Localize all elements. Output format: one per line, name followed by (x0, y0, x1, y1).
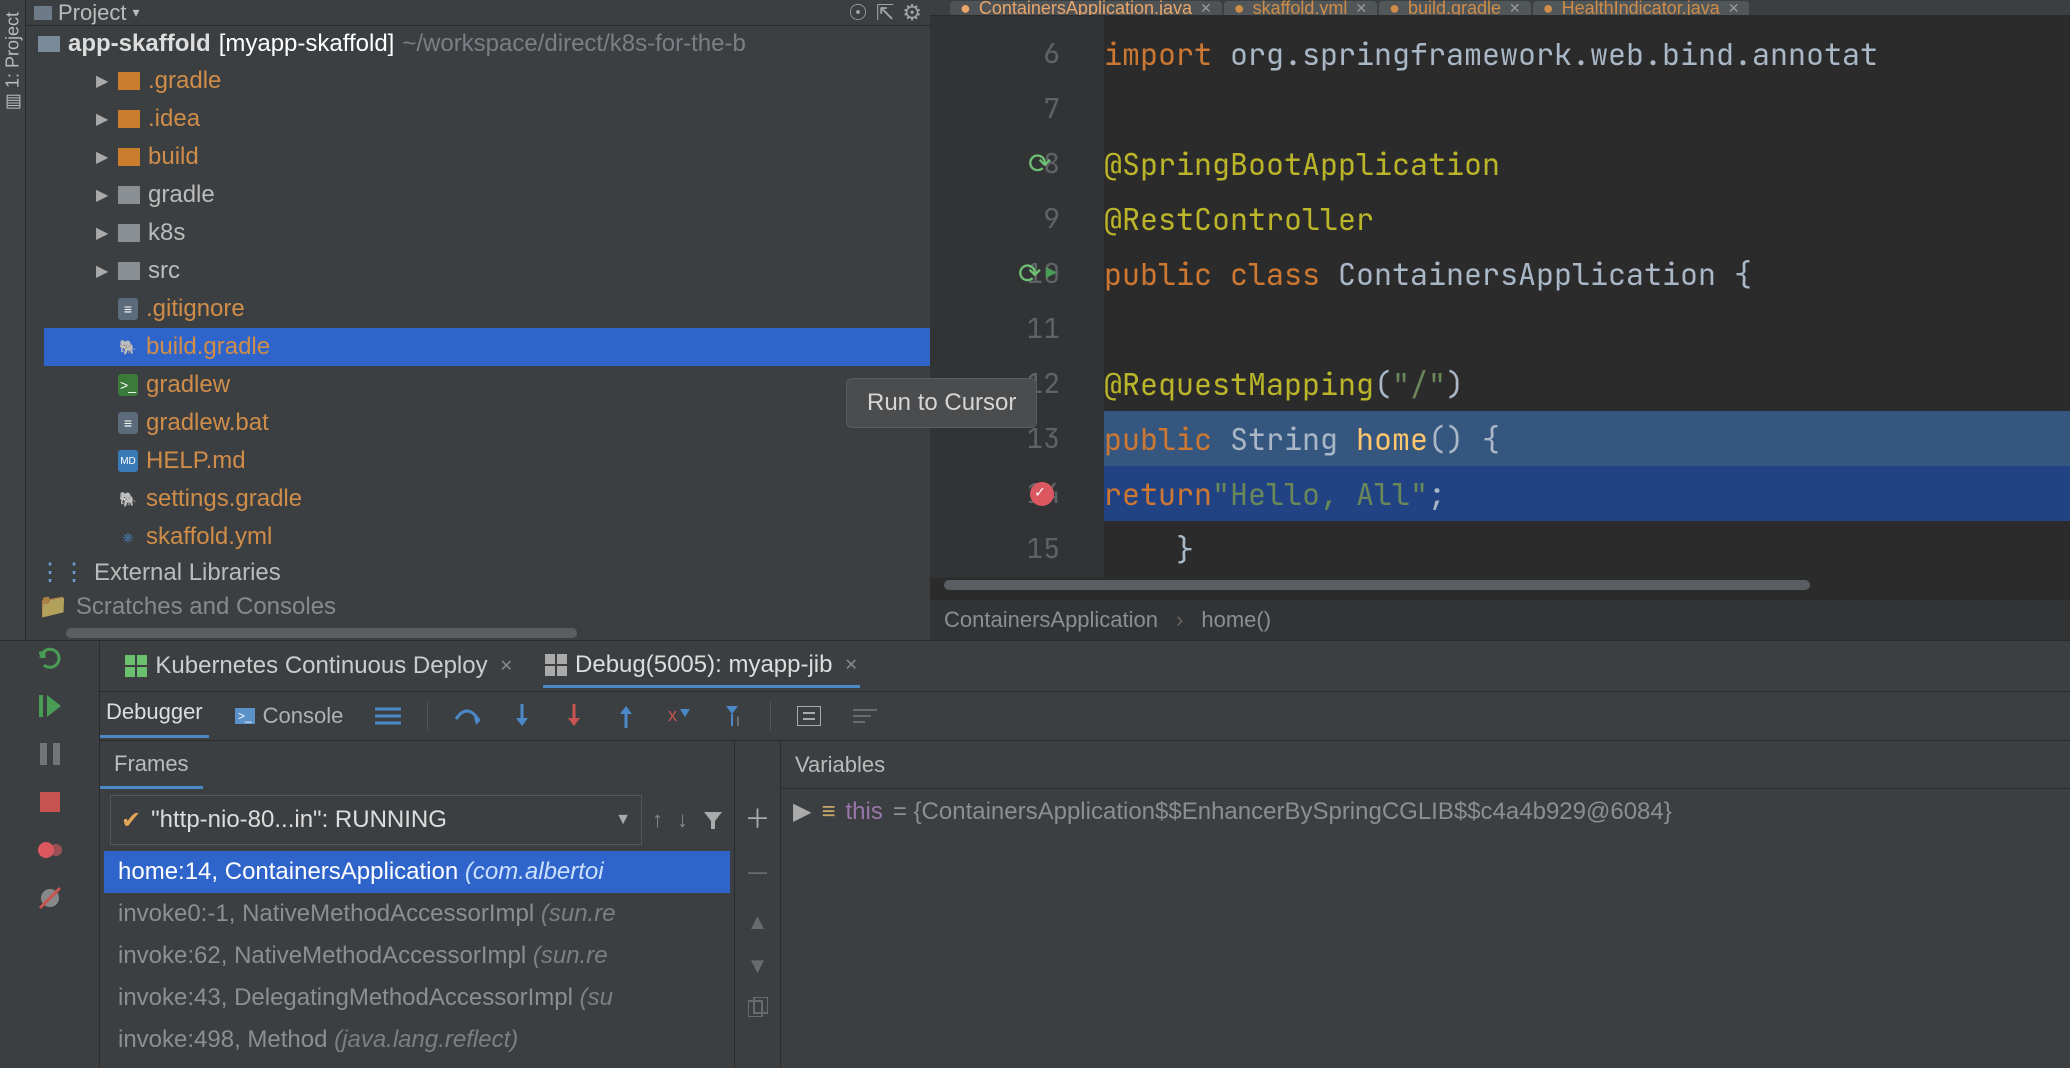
project-pane-header: Project ▾ ☉ ⇱ ⚙ (26, 0, 930, 26)
resume-icon[interactable] (33, 689, 67, 723)
trace-current-stream-chain-icon[interactable] (847, 702, 883, 730)
stack-frame[interactable]: invoke:498, Method (java.lang.reflect) (104, 1019, 730, 1061)
watch-down-icon[interactable]: ▼ (747, 953, 769, 979)
svg-text:x: x (668, 705, 677, 725)
remove-watch-icon[interactable]: － (744, 854, 770, 891)
tooltip-run-to-cursor: Run to Cursor (846, 378, 1037, 428)
threads-icon[interactable] (369, 702, 407, 730)
project-horizontal-scrollbar[interactable] (66, 626, 890, 638)
new-watch-icon[interactable]: ＋ (744, 799, 770, 836)
debug-tab-kubernetes[interactable]: Kubernetes Continuous Deploy ✕ (123, 646, 515, 686)
thread-selector[interactable]: ✔ "http-nio-80...in": RUNNING ▼ (110, 795, 642, 845)
breakpoint-icon[interactable] (1030, 482, 1054, 506)
frames-pane: Frames ✔ "http-nio-80...in": RUNNING ▼ (100, 741, 735, 1068)
mute-breakpoints-icon[interactable] (33, 881, 67, 915)
tree-folder[interactable]: ▶build (44, 138, 930, 176)
evaluate-expression-icon[interactable] (791, 702, 827, 730)
prev-frame-icon[interactable]: ↑ (652, 807, 663, 833)
expand-icon[interactable]: ▶ (793, 797, 811, 826)
svg-text:>_: >_ (238, 709, 252, 723)
external-libraries[interactable]: ⋮⋮ External Libraries (26, 556, 930, 590)
tree-file[interactable]: ⎈skaffold.yml (44, 518, 930, 556)
collapse-all-icon[interactable]: ⇱ (876, 0, 894, 26)
tree-file[interactable]: 🐘build.gradle (44, 328, 930, 366)
rerun-icon[interactable] (33, 641, 67, 675)
tree-folder[interactable]: ▶.idea (44, 100, 930, 138)
close-icon[interactable]: ✕ (1509, 0, 1521, 16)
debugger-subtab[interactable]: Debugger (100, 695, 209, 738)
filter-icon[interactable] (702, 809, 724, 831)
tree-folder[interactable]: ▶.gradle (44, 62, 930, 100)
debug-tool-window: Debug: Kubernetes Continuous Deploy ✕ De… (0, 640, 2070, 1068)
tree-folder[interactable]: ▶gradle (44, 176, 930, 214)
close-icon[interactable]: ✕ (845, 655, 858, 675)
tree-folder[interactable]: ▶src (44, 252, 930, 290)
tree-file[interactable]: MDHELP.md (44, 442, 930, 480)
run-to-cursor-icon[interactable]: I (716, 700, 750, 732)
drop-frame-icon[interactable]: x (662, 701, 696, 731)
editor-tab[interactable]: ●ContainersApplication.java✕ (950, 1, 1222, 15)
breadcrumb[interactable]: ContainersApplication › home() (930, 600, 2070, 640)
debug-side-toolbar (0, 641, 100, 1068)
code-editor[interactable]: import org.springframework.web.bind.anno… (1104, 16, 2070, 578)
step-out-icon[interactable] (610, 700, 642, 732)
close-icon[interactable]: ✕ (1200, 0, 1212, 16)
watch-up-icon[interactable]: ▲ (747, 909, 769, 935)
tree-file[interactable]: >_gradlew (44, 366, 930, 404)
stack-frame[interactable]: invoke:43, DelegatingMethodAccessorImpl … (104, 977, 730, 1019)
console-subtab[interactable]: >_ Console (229, 699, 350, 733)
editor-gutter[interactable]: 67⟳89⟳▶101112131415 (930, 16, 1074, 578)
gear-icon[interactable]: ⚙ (902, 0, 922, 26)
tree-file[interactable]: 🐘settings.gradle (44, 480, 930, 518)
stack-frame[interactable]: home:14, ContainersApplication (com.albe… (104, 851, 730, 893)
svg-text:I: I (736, 713, 740, 728)
frames-header[interactable]: Frames (100, 741, 203, 789)
tool-window-bar: ▤1: Project (0, 0, 26, 640)
close-icon[interactable]: ✕ (500, 656, 513, 676)
project-view-selector[interactable]: Project ▾ (34, 0, 140, 26)
debug-toolbar: Debugger >_ Console x I (100, 691, 2070, 741)
view-breakpoints-icon[interactable] (33, 833, 67, 867)
close-icon[interactable]: ✕ (1355, 0, 1367, 16)
editor-tab[interactable]: ●HealthIndicator.java✕ (1533, 1, 1750, 15)
stack-frame[interactable]: invoke0:-1, NativeMethodAccessorImpl (su… (104, 893, 730, 935)
step-into-icon[interactable] (506, 700, 538, 732)
stop-icon[interactable] (33, 785, 67, 819)
editor-area: ●ContainersApplication.java✕●skaffold.ym… (930, 0, 2070, 640)
tree-file[interactable]: ≡gradlew.bat (44, 404, 930, 442)
stack-frame[interactable]: invoke:62, NativeMethodAccessorImpl (sun… (104, 935, 730, 977)
editor-tab[interactable]: ●build.gradle✕ (1379, 1, 1531, 15)
variables-header[interactable]: Variables (781, 741, 2070, 789)
pause-icon[interactable] (33, 737, 67, 771)
next-frame-icon[interactable]: ↓ (677, 807, 688, 833)
variable-row[interactable]: ▶ ≡ this = {ContainersApplication$$Enhan… (781, 789, 2070, 834)
scratches-and-consoles[interactable]: 📁 Scratches and Consoles (26, 590, 930, 624)
force-step-into-icon[interactable] (558, 700, 590, 732)
locate-icon[interactable]: ☉ (848, 0, 868, 26)
project-pane: Project ▾ ☉ ⇱ ⚙ app-skaffold [myapp-skaf… (26, 0, 930, 640)
tree-file[interactable]: ≡.gitignore (44, 290, 930, 328)
close-icon[interactable]: ✕ (1728, 0, 1740, 16)
editor-horizontal-scrollbar[interactable] (944, 580, 2000, 594)
editor-tab[interactable]: ●skaffold.yml✕ (1224, 1, 1377, 15)
debug-tab-myapp-jib[interactable]: Debug(5005): myapp-jib ✕ (543, 645, 860, 688)
tree-folder[interactable]: ▶k8s (44, 214, 930, 252)
editor-tabs: ●ContainersApplication.java✕●skaffold.ym… (930, 0, 2070, 16)
debug-session-tabs: Debug: Kubernetes Continuous Deploy ✕ De… (0, 641, 2070, 691)
duplicate-watch-icon[interactable] (748, 997, 768, 1017)
variables-pane: Variables ▶ ≡ this = {ContainersApplicat… (781, 741, 2070, 1068)
project-root[interactable]: app-skaffold [myapp-skaffold] ~/workspac… (26, 26, 930, 62)
step-over-icon[interactable] (448, 701, 486, 731)
project-tool-tab[interactable]: ▤1: Project (0, 8, 26, 117)
